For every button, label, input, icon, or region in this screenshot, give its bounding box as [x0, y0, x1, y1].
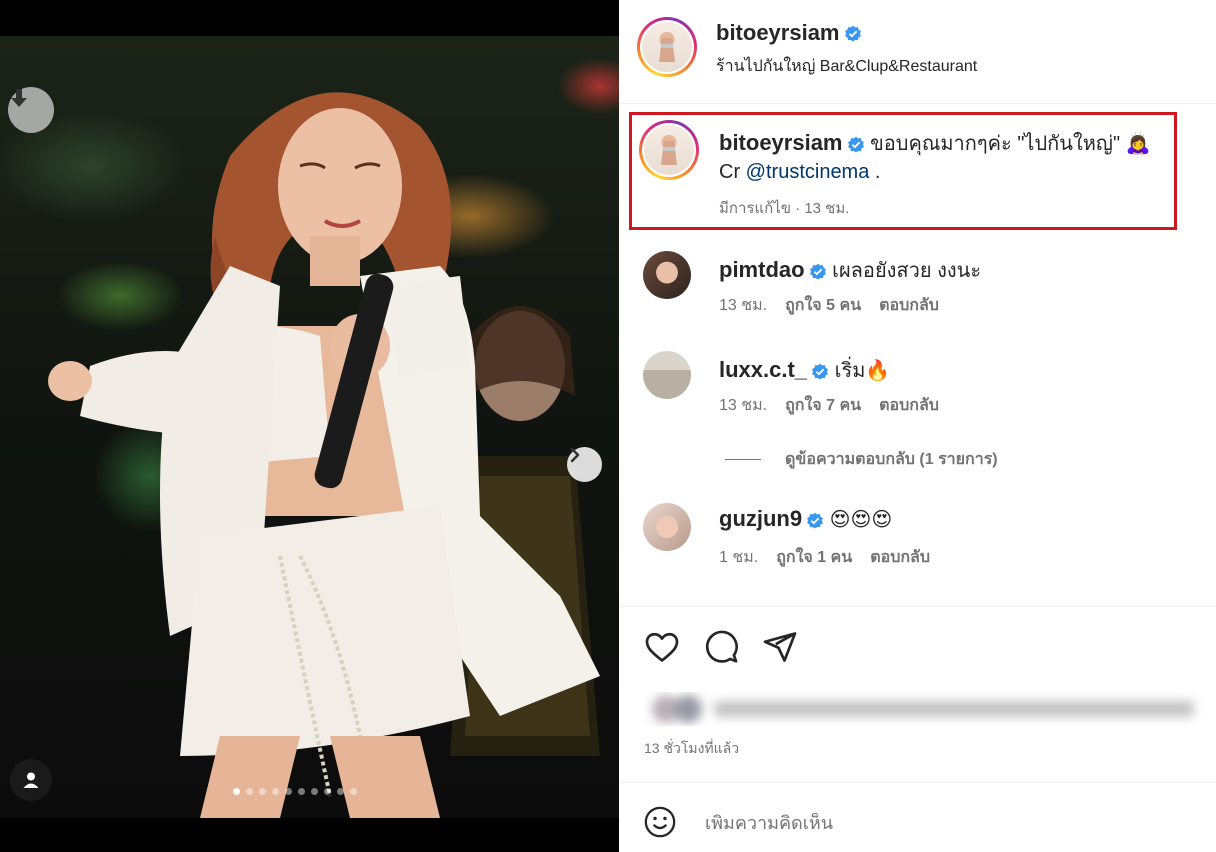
comment-likes[interactable]: ถูกใจ 5 คน: [785, 293, 861, 318]
replies-divider: [725, 459, 761, 460]
caption-username[interactable]: bitoeyrsiam: [719, 130, 843, 155]
carousel-dot: [350, 788, 357, 795]
comment-body: luxx.c.t_ เริ่ม🔥: [719, 354, 890, 386]
verified-badge-icon: [809, 263, 826, 280]
paper-plane-icon[interactable]: [762, 629, 798, 665]
verified-badge-icon: [807, 512, 824, 529]
carousel-dot: [259, 788, 266, 795]
comment-time[interactable]: 1 ชม.: [719, 545, 758, 570]
carousel-dots: [233, 788, 357, 795]
post-media: [0, 0, 619, 852]
commenter-avatar[interactable]: [643, 251, 691, 299]
liked-by-blurred: [652, 695, 1194, 723]
comment-item: guzjun9 😍😍😍 1 ชม. ถูกใจ 1 คน ตอบกลับ: [619, 503, 1216, 573]
commenter-avatar[interactable]: [643, 503, 691, 551]
add-comment-bar: [619, 782, 1216, 852]
caption-mention-link[interactable]: @trustcinema: [746, 161, 870, 183]
reply-button[interactable]: ตอบกลับ: [870, 545, 930, 570]
verified-badge-icon: [844, 25, 861, 42]
caption-credit-prefix: Cr: [719, 161, 741, 183]
comment-likes[interactable]: ถูกใจ 7 คน: [785, 393, 861, 418]
commenter-avatar[interactable]: [643, 351, 691, 399]
post-actions: 13 ชั่วโมงที่แล้ว: [619, 606, 1216, 782]
username-text[interactable]: bitoeyrsiam: [716, 20, 840, 45]
download-button[interactable]: [8, 87, 54, 133]
comment-item: pimtdao เผลอยังสวย งงนะ 13 ชม. ถูกใจ 5 ค…: [619, 251, 1216, 321]
author-username[interactable]: bitoeyrsiam: [716, 20, 862, 46]
tagged-users-button[interactable]: [10, 759, 52, 801]
comment-bubble-icon[interactable]: [703, 629, 739, 665]
carousel-dot: [285, 788, 292, 795]
carousel-dot: [272, 788, 279, 795]
carousel-dot: [298, 788, 305, 795]
caption-credit-suffix: .: [874, 161, 881, 183]
post-photo[interactable]: [0, 36, 619, 818]
carousel-dot: [337, 788, 344, 795]
add-comment-input[interactable]: [705, 813, 1185, 834]
comment-likes[interactable]: ถูกใจ 1 คน: [776, 545, 852, 570]
comment-item: luxx.c.t_ เริ่ม🔥 13 ชม. ถูกใจ 7 คน ตอบกล…: [619, 351, 1216, 421]
comment-username[interactable]: guzjun9: [719, 506, 802, 531]
post-time-ago[interactable]: 13 ชั่วโมงที่แล้ว: [644, 738, 739, 760]
post-location[interactable]: ร้านไปกันใหญ่ Bar&Clup&Restaurant: [716, 54, 977, 79]
next-slide-button[interactable]: [567, 447, 602, 482]
post-details-panel: bitoeyrsiam ร้านไปกันใหญ่ Bar&Clup&Resta…: [619, 0, 1216, 852]
comment-body: guzjun9 😍😍😍: [719, 506, 892, 532]
chevron-right-icon: [570, 447, 580, 463]
avatar-image: [661, 141, 677, 165]
carousel-dot: [311, 788, 318, 795]
comment-text: เริ่ม🔥: [834, 360, 891, 382]
carousel-dot: [233, 788, 240, 795]
view-replies-label: ดูข้อความตอบกลับ (1 รายการ): [785, 451, 998, 468]
comment-meta: 13 ชม. ถูกใจ 7 คน ตอบกลับ: [719, 393, 939, 418]
carousel-dot: [324, 788, 331, 795]
download-arrow-icon: [11, 89, 27, 107]
carousel-dot: [246, 788, 253, 795]
comment-username[interactable]: pimtdao: [719, 257, 805, 282]
reply-button[interactable]: ตอบกลับ: [879, 293, 939, 318]
avatar-image: [659, 38, 675, 62]
smiley-icon[interactable]: [643, 805, 677, 839]
user-tag-icon: [23, 772, 39, 788]
comment-time[interactable]: 13 ชม.: [719, 293, 767, 318]
caption-avatar[interactable]: [639, 120, 699, 180]
comment-username[interactable]: luxx.c.t_: [719, 357, 807, 382]
comment-meta: 1 ชม. ถูกใจ 1 คน ตอบกลับ: [719, 545, 930, 570]
reply-button[interactable]: ตอบกลับ: [879, 393, 939, 418]
view-replies-button[interactable]: ดูข้อความตอบกลับ (1 รายการ): [725, 447, 998, 472]
caption-body: ขอบคุณมากๆค่ะ "ไปกันใหญ่" 🙇‍♀️: [870, 133, 1151, 155]
verified-badge-icon: [847, 136, 864, 153]
comment-meta: 13 ชม. ถูกใจ 5 คน ตอบกลับ: [719, 293, 939, 318]
caption-highlight: bitoeyrsiam ขอบคุณมากๆค่ะ "ไปกันใหญ่" 🙇‍…: [629, 112, 1177, 230]
verified-badge-icon: [812, 363, 828, 380]
comment-text: เผลอยังสวย งงนะ: [832, 260, 982, 282]
comment-body: pimtdao เผลอยังสวย งงนะ: [719, 254, 981, 286]
comment-time[interactable]: 13 ชม.: [719, 393, 767, 418]
author-avatar[interactable]: [637, 17, 697, 77]
photo-illustration: [48, 92, 600, 818]
heart-icon[interactable]: [643, 629, 681, 665]
caption-meta: มีการแก้ไข · 13 ชม.: [719, 200, 850, 217]
comment-text: 😍😍😍: [829, 509, 893, 531]
caption-text: bitoeyrsiam ขอบคุณมากๆค่ะ "ไปกันใหญ่" 🙇‍…: [719, 129, 1169, 186]
post-header: bitoeyrsiam ร้านไปกันใหญ่ Bar&Clup&Resta…: [619, 0, 1216, 104]
